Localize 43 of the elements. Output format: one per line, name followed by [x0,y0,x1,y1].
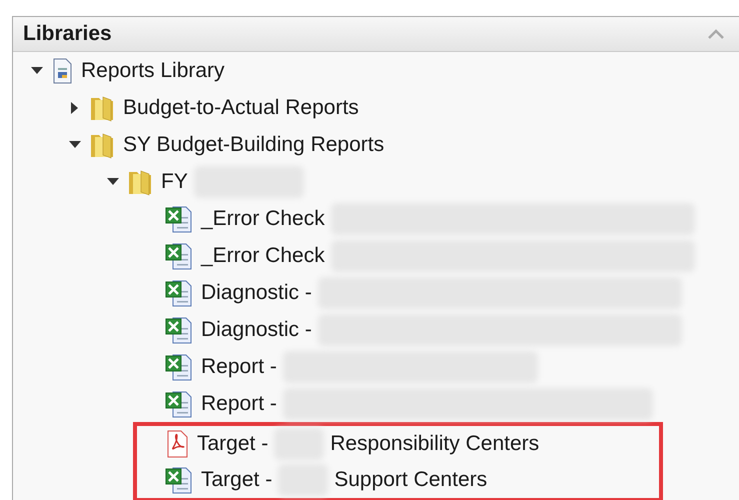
expanded-arrow-icon[interactable] [69,140,81,148]
tree-item[interactable]: Report - [13,385,739,422]
item-label: _Error Check [201,244,325,268]
folder-icon [89,130,115,158]
collapsed-arrow-icon[interactable] [71,102,79,114]
panel-title: Libraries [23,22,112,46]
tree-item[interactable]: SY Budget-Building Reports [13,126,739,163]
item-label: Report - [201,392,277,416]
expanded-arrow-icon[interactable] [107,178,119,186]
spreadsheet-file-icon [165,352,193,380]
item-label: FY [161,170,188,194]
folder-icon [89,94,115,122]
spreadsheet-file-icon [165,466,193,494]
tree-item[interactable]: Diagnostic - [13,274,739,311]
pdf-file-icon [165,430,189,458]
item-label: Diagnostic - [201,318,312,342]
tree-item[interactable]: _Error Check [13,237,739,274]
tree-item[interactable]: Target - Support Centers [137,462,659,498]
tree-item[interactable]: Target - Responsibility Centers [137,426,659,462]
item-label: Support Centers [334,468,488,492]
tree-item[interactable]: Reports Library [13,52,739,89]
tree-item[interactable]: _Error Check [13,200,739,237]
tree-item[interactable]: Diagnostic - [13,311,739,348]
item-label: Reports Library [81,58,225,82]
item-label: Diagnostic - [201,280,312,304]
spreadsheet-file-icon [165,316,193,344]
item-label: Target - [201,468,272,492]
item-label: Responsibility Centers [330,432,540,456]
spreadsheet-file-icon [165,242,193,270]
expanded-arrow-icon[interactable] [31,66,43,74]
folder-icon [127,168,153,196]
item-label: Target - [197,432,268,456]
report-document-icon [51,58,73,84]
tree-item[interactable]: Report - [13,348,739,385]
spreadsheet-file-icon [165,390,193,418]
tree-item[interactable]: FY [13,163,739,200]
item-label: SY Budget-Building Reports [123,132,384,156]
tree-item[interactable]: Budget-to-Actual Reports [13,89,739,126]
item-label: Report - [201,354,277,378]
item-label: Budget-to-Actual Reports [123,96,359,120]
spreadsheet-file-icon [165,278,193,306]
spreadsheet-file-icon [165,204,193,232]
item-label: _Error Check [201,206,325,230]
